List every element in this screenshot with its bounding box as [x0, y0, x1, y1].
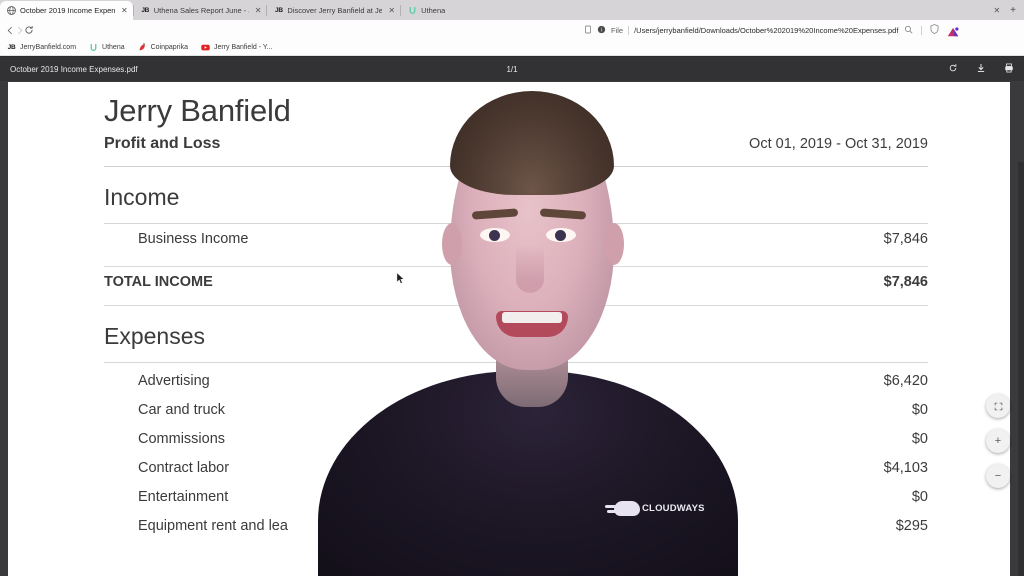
tab-label: Uthena Sales Report June - Jul [153, 6, 249, 15]
row-amount: $7,846 [883, 273, 928, 290]
profit-and-loss-report: Jerry Banfield Profit and Loss Oct 01, 2… [8, 82, 1010, 576]
tab-october-2019-income-expenses[interactable]: October 2019 Income Expenses ✕ [0, 1, 133, 20]
uthena-icon [89, 43, 98, 52]
pdf-toolbar-actions [948, 63, 1014, 75]
close-icon[interactable]: ✕ [388, 6, 395, 15]
row-label: Business Income [138, 230, 249, 247]
browser-window: October 2019 Income Expenses ✕ JB Uthena… [0, 0, 1024, 576]
jb-icon: JB [141, 7, 150, 14]
coinpaprika-icon [138, 43, 147, 52]
youtube-icon [201, 43, 210, 52]
income-section-heading: Income [104, 184, 180, 210]
row-amount: $4,103 [883, 460, 928, 476]
bookmark-label: Uthena [102, 44, 125, 51]
shield-icon[interactable] [930, 21, 939, 39]
bookmark-jerry-banfield-youtube[interactable]: Jerry Banfield - Y... [201, 43, 273, 52]
pdf-page-1: Jerry Banfield Profit and Loss Oct 01, 2… [8, 82, 1010, 576]
back-button[interactable] [6, 22, 15, 38]
income-row-business-income: Business Income $7,846 [104, 224, 928, 253]
row-amount: $7,846 [883, 230, 928, 247]
omnibox-divider [628, 25, 630, 35]
search-icon[interactable] [904, 21, 913, 39]
row-label: Advertising [138, 373, 210, 389]
expenses-section-heading: Expenses [104, 323, 206, 349]
globe-icon [7, 6, 16, 15]
rotate-button[interactable] [948, 63, 958, 75]
tab-discover-jerry-banfield[interactable]: JB Discover Jerry Banfield at Jerry ✕ [267, 1, 401, 20]
income-total-row: TOTAL INCOME $7,846 [104, 267, 928, 296]
expense-row-equipment-rent-and-lease: Equipment rent and lea $295 [104, 512, 928, 541]
bookmark-uthena[interactable]: Uthena [89, 43, 125, 52]
print-button[interactable] [1004, 63, 1014, 75]
download-button[interactable] [976, 63, 986, 75]
toolbar-divider [921, 25, 923, 35]
report-subtitle-row: Profit and Loss Oct 01, 2019 - Oct 31, 2… [104, 135, 928, 153]
navigation-toolbar: i File /Users/jerrybanfield/Downloads/Oc… [0, 20, 1024, 40]
expense-row-entertainment: Entertainment $0 [104, 483, 928, 512]
pdf-floating-controls: + − [986, 394, 1010, 488]
report-title: Jerry Banfield [104, 93, 291, 128]
tab-strip-right-controls: ✕ + [993, 1, 1024, 20]
bookmark-label: Jerry Banfield - Y... [213, 44, 273, 51]
row-amount: $295 [895, 518, 928, 534]
header-divider [104, 166, 928, 167]
income-total-underline [104, 305, 928, 306]
address-bar[interactable]: i File /Users/jerrybanfield/Downloads/Oc… [40, 23, 898, 37]
pdf-viewer-stage[interactable]: Jerry Banfield Profit and Loss Oct 01, 2… [0, 81, 1024, 576]
bookmarks-bar: JB JerryBanfield.com Uthena Coinpaprika … [0, 40, 1024, 56]
svg-text:i: i [601, 27, 602, 33]
bookmark-label: Coinpaprika [150, 44, 188, 51]
row-amount: $0 [911, 402, 928, 418]
jb-icon: JB [7, 44, 16, 51]
cast-icon[interactable] [584, 25, 592, 36]
row-label: Equipment rent and lea [138, 518, 288, 534]
zoom-in-button[interactable]: + [986, 429, 1010, 453]
expense-row-car-and-truck: Car and truck $0 [104, 396, 928, 425]
reload-button[interactable] [24, 22, 34, 38]
zoom-out-button[interactable]: − [986, 464, 1010, 488]
expense-row-advertising: Advertising $6,420 [104, 363, 928, 396]
page-info-icon[interactable]: i [597, 25, 606, 36]
url-text: /Users/jerrybanfield/Downloads/October%2… [634, 25, 899, 35]
report-subtitle: Profit and Loss [104, 135, 221, 152]
jb-icon: JB [275, 7, 283, 14]
toolbar-right-actions [904, 21, 1024, 39]
row-label: Contract labor [138, 460, 230, 476]
close-icon[interactable]: ✕ [255, 6, 262, 15]
new-tab-button[interactable]: + [1010, 5, 1016, 16]
tab-label: Discover Jerry Banfield at Jerry [287, 6, 383, 15]
tab-uthena[interactable]: Uthena [401, 1, 451, 20]
row-amount: $0 [911, 431, 928, 447]
row-label: TOTAL INCOME [104, 273, 213, 290]
bookmark-coinpaprika[interactable]: Coinpaprika [138, 43, 188, 52]
url-scheme-label: File [611, 25, 624, 35]
row-amount: $0 [911, 489, 928, 505]
row-label: Commissions [138, 431, 226, 447]
forward-button[interactable] [15, 22, 24, 38]
close-icon[interactable]: ✕ [121, 6, 128, 15]
row-label: Entertainment [138, 489, 229, 505]
bookmark-label: JerryBanfield.com [20, 44, 77, 51]
pdf-viewer-toolbar: October 2019 Income Expenses.pdf 1/1 [0, 57, 1024, 81]
mouse-cursor [396, 272, 405, 285]
tab-strip: October 2019 Income Expenses ✕ JB Uthena… [0, 0, 1024, 20]
pdf-page-indicator: 1/1 [506, 64, 518, 74]
fit-page-button[interactable] [986, 394, 1010, 418]
tab-label: October 2019 Income Expenses [20, 6, 115, 15]
close-icon[interactable]: ✕ [993, 6, 1000, 15]
tab-label: Uthena [421, 6, 446, 15]
uthena-icon [408, 6, 417, 15]
vertical-scrollbar[interactable] [1018, 162, 1024, 576]
extension-icon[interactable] [947, 25, 959, 37]
expense-row-commissions: Commissions $0 [104, 425, 928, 454]
bookmark-jerrybanfield-com[interactable]: JB JerryBanfield.com [7, 43, 76, 52]
expense-row-contract-labor: Contract labor $4,103 [104, 454, 928, 483]
tab-uthena-sales-report[interactable]: JB Uthena Sales Report June - Jul ✕ [133, 1, 267, 20]
report-date-range: Oct 01, 2019 - Oct 31, 2019 [749, 136, 928, 152]
row-label: Car and truck [138, 402, 226, 418]
row-amount: $6,420 [883, 373, 928, 389]
